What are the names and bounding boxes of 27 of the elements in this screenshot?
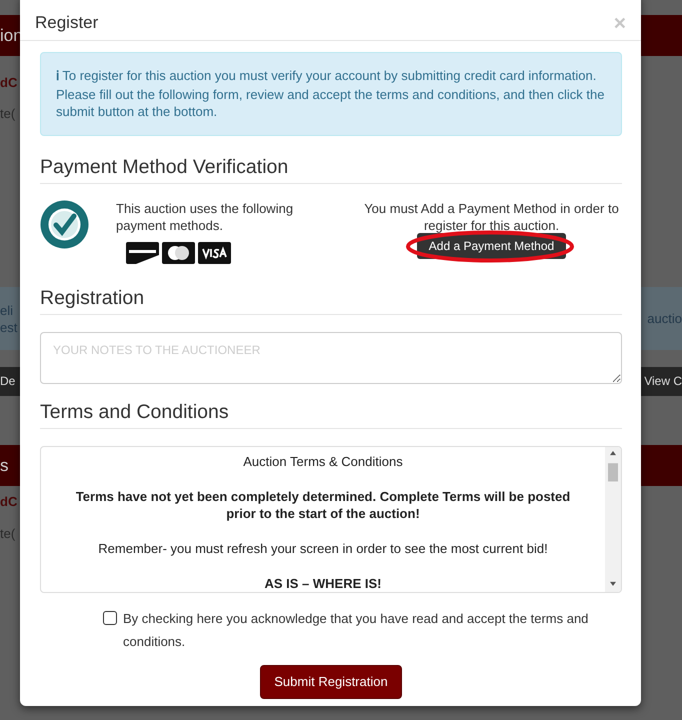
dialog-title: Register (35, 13, 98, 33)
background-text: De (0, 373, 16, 390)
accept-checkbox[interactable] (103, 610, 117, 624)
pci-compliant-badge-icon (40, 200, 89, 248)
info-alert: ℹ To register for this auction you must verify your account by submitting credit card information. Please fill out the following form, review and accept the terms and conditions, and then click the submit button at the bottom. (40, 52, 622, 136)
section-heading: Payment Method Verification (40, 156, 622, 184)
terms-paragraph: Remember- you must refresh your screen in order to see the most current bid! (97, 540, 549, 556)
payment-notice-text: You must Add a Payment Method in order to register for this auction. (363, 200, 620, 234)
background-text: View C (644, 373, 682, 390)
background-text: eli (0, 302, 14, 318)
background-text: auctio (647, 310, 682, 327)
terms-paragraph: Terms have not yet been completely determined. Complete Terms will be posted prior to the start of the auction! (74, 488, 572, 522)
discover-card-icon (126, 242, 159, 264)
background-text: dC (0, 492, 18, 510)
section-heading: Terms and Conditions (40, 400, 622, 428)
terms-title: Auction Terms & Conditions (242, 452, 404, 470)
scrollbar[interactable] (605, 446, 621, 592)
payment-methods-text: This auction uses the following payment methods. (116, 200, 294, 234)
accept-label: By checking here you acknowledge that you have read and accept the terms and conditions. (123, 610, 590, 650)
visa-card-icon (198, 242, 231, 264)
background-text: est (0, 318, 18, 336)
background-text: s (0, 457, 8, 474)
submit-registration-button[interactable]: Submit Registration (260, 664, 402, 698)
background-text: dC (0, 74, 18, 90)
mastercard-card-icon (162, 242, 195, 264)
section-heading: Registration (40, 286, 622, 314)
terms-paragraph: AS IS – WHERE IS! (263, 574, 383, 592)
